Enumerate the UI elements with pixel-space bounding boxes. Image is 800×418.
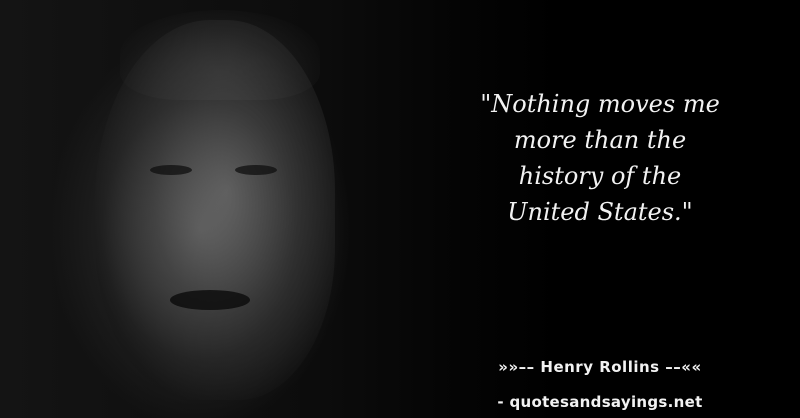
quote-line: more than the (513, 126, 687, 154)
portrait-left-eye (150, 165, 192, 175)
quote-line: history of the (518, 162, 682, 190)
source-watermark: - quotesandsayings.net (497, 393, 703, 411)
portrait-mouth (170, 290, 250, 310)
quote-author: »»–– Henry Rollins ––«« (498, 358, 702, 376)
quote-line: United States." (507, 198, 693, 226)
quote-text: "Nothing moves me more than the history … (440, 86, 760, 230)
portrait-face (95, 20, 335, 400)
quote-line: "Nothing moves me (480, 90, 720, 118)
portrait-right-eye (235, 165, 277, 175)
